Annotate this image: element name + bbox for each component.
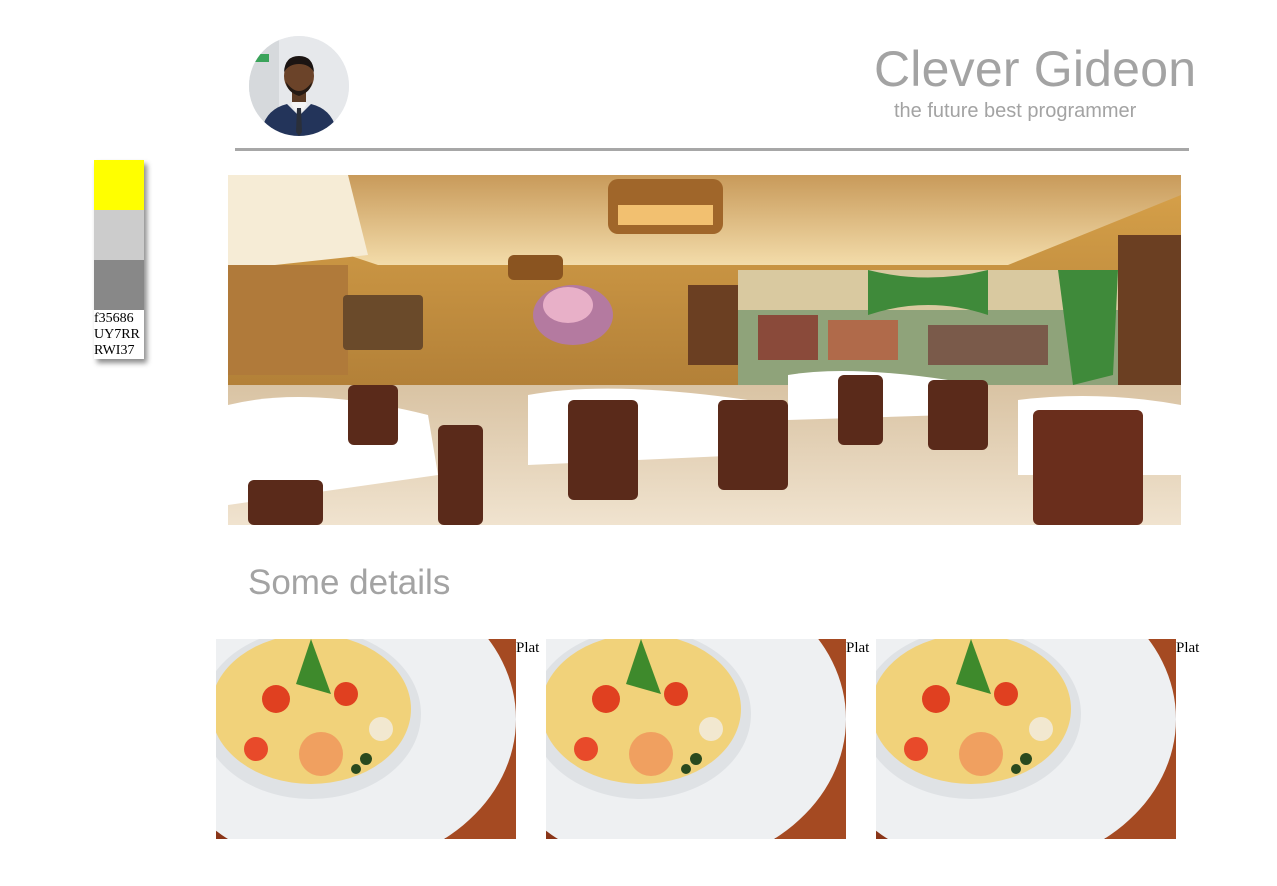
dish-card-3 xyxy=(876,639,1176,839)
site-tagline: the future best programmer xyxy=(894,100,1137,122)
site-title: Clever Gideon xyxy=(874,41,1197,97)
section-title: Some details xyxy=(248,563,451,602)
dish-caption: Plat xyxy=(846,640,870,656)
dish-caption: Plat xyxy=(1176,640,1200,656)
seafood-pasta-plate-photo xyxy=(546,639,846,839)
dish-card-2 xyxy=(546,639,846,839)
seafood-pasta-plate-photo xyxy=(876,639,1176,839)
hero-image xyxy=(228,175,1181,525)
color-palette: f35686 UY7RR RWI37 xyxy=(94,160,144,359)
palette-code: UY7RR xyxy=(94,327,140,342)
swatch-gray xyxy=(94,260,144,310)
swatch-yellow xyxy=(94,160,144,210)
seafood-pasta-plate-photo xyxy=(216,639,516,839)
palette-codes: f35686 UY7RR RWI37 xyxy=(94,310,144,359)
dish-caption: Plat xyxy=(516,640,540,656)
person-portrait-icon xyxy=(249,36,349,136)
palette-code: f35686 xyxy=(94,311,134,326)
dish-card-1 xyxy=(216,639,516,839)
profile-avatar xyxy=(249,36,349,136)
palette-code: RWI37 xyxy=(94,343,135,358)
header-divider xyxy=(235,148,1189,151)
swatch-light-gray xyxy=(94,210,144,260)
restaurant-dining-room-photo xyxy=(228,175,1181,525)
